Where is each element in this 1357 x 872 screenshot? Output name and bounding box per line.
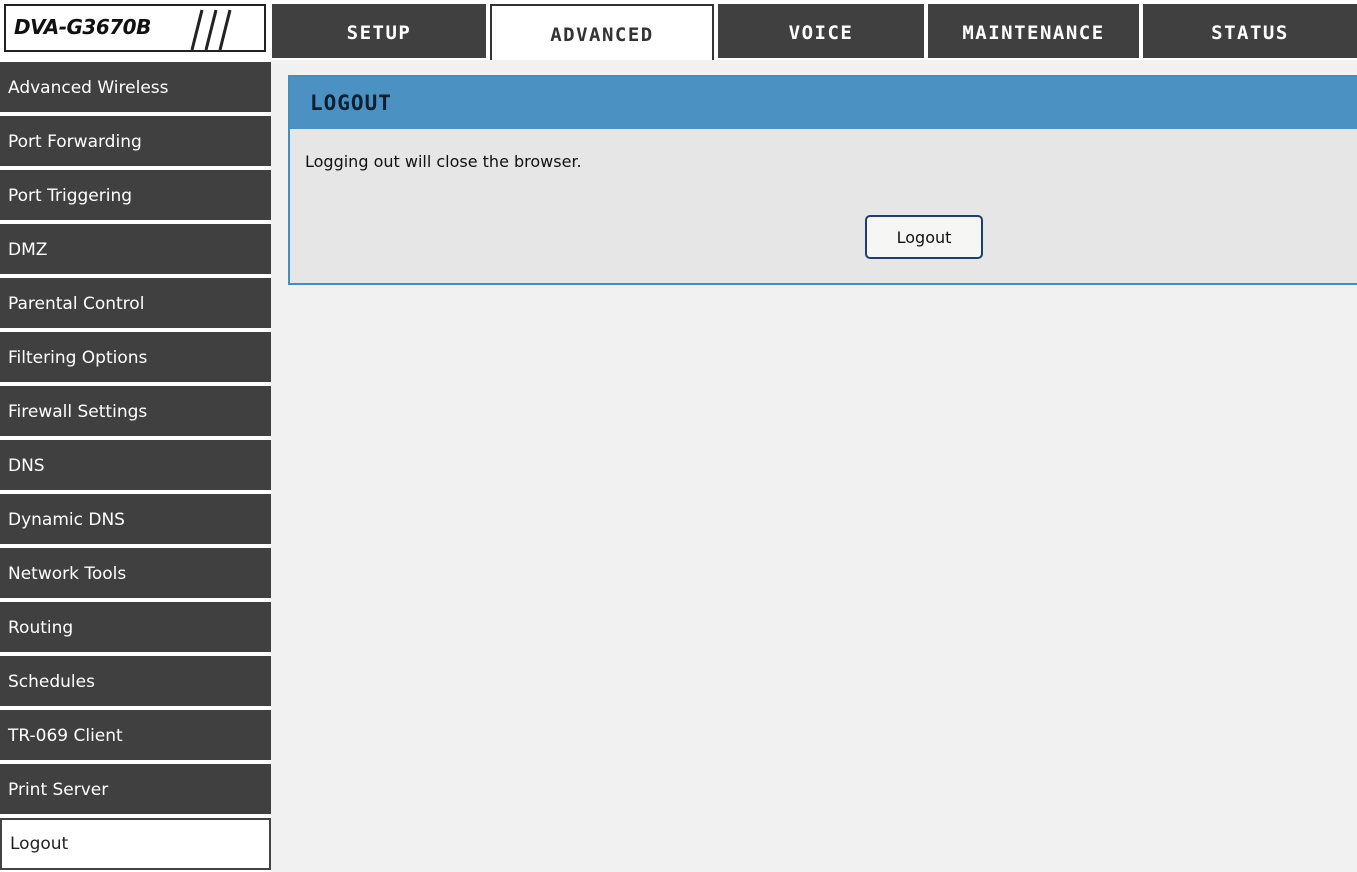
sidebar-item-tr069-client[interactable]: TR-069 Client bbox=[0, 710, 271, 762]
panel-header: LOGOUT bbox=[290, 77, 1357, 129]
tab-voice[interactable]: VOICE bbox=[718, 4, 924, 58]
panel-title: LOGOUT bbox=[310, 91, 392, 115]
sidebar-item-port-triggering[interactable]: Port Triggering bbox=[0, 170, 271, 222]
main-content: LOGOUT Logging out will close the browse… bbox=[271, 60, 1357, 872]
tab-maintenance[interactable]: MAINTENANCE bbox=[928, 4, 1139, 58]
router-admin-page: DVA-G3670B SETUP ADVANCED VOICE MAINTENA… bbox=[0, 0, 1357, 872]
sidebar-item-dmz[interactable]: DMZ bbox=[0, 224, 271, 276]
sidebar-item-dynamic-dns[interactable]: Dynamic DNS bbox=[0, 494, 271, 546]
product-logo: DVA-G3670B bbox=[4, 4, 266, 52]
tab-setup[interactable]: SETUP bbox=[272, 4, 486, 58]
header: DVA-G3670B SETUP ADVANCED VOICE MAINTENA… bbox=[0, 4, 1357, 62]
logout-panel: LOGOUT Logging out will close the browse… bbox=[288, 75, 1357, 285]
tab-advanced[interactable]: ADVANCED bbox=[490, 4, 714, 62]
sidebar-item-network-tools[interactable]: Network Tools bbox=[0, 548, 271, 600]
sidebar-item-filtering-options[interactable]: Filtering Options bbox=[0, 332, 271, 384]
sidebar-item-schedules[interactable]: Schedules bbox=[0, 656, 271, 708]
sidebar-item-port-forwarding[interactable]: Port Forwarding bbox=[0, 116, 271, 168]
sidebar-item-firewall-settings[interactable]: Firewall Settings bbox=[0, 386, 271, 438]
sidebar-item-logout[interactable]: Logout bbox=[0, 818, 271, 870]
sidebar-item-print-server[interactable]: Print Server bbox=[0, 764, 271, 816]
logo-slashes-icon bbox=[190, 9, 232, 50]
sidebar-item-dns[interactable]: DNS bbox=[0, 440, 271, 492]
logo-text: DVA-G3670B bbox=[14, 15, 151, 39]
logout-button[interactable]: Logout bbox=[865, 215, 983, 259]
logout-message: Logging out will close the browser. bbox=[305, 152, 582, 171]
sidebar: Advanced Wireless Port Forwarding Port T… bbox=[0, 60, 271, 872]
sidebar-item-parental-control[interactable]: Parental Control bbox=[0, 278, 271, 330]
tab-status[interactable]: STATUS bbox=[1143, 4, 1357, 58]
sidebar-item-advanced-wireless[interactable]: Advanced Wireless bbox=[0, 62, 271, 114]
sidebar-item-routing[interactable]: Routing bbox=[0, 602, 271, 654]
